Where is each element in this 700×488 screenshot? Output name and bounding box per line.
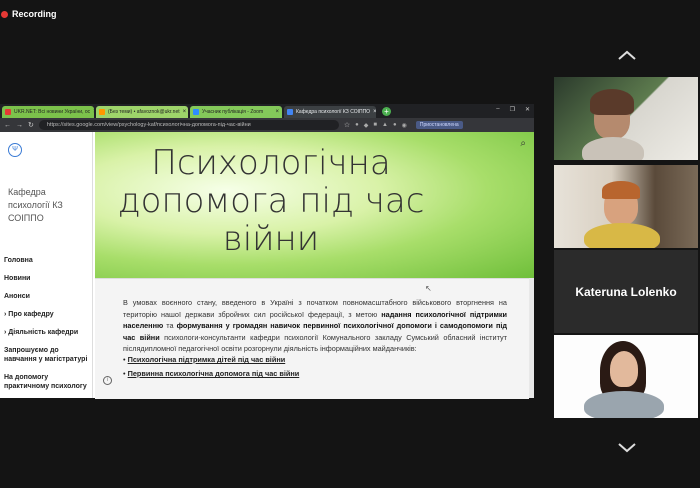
intro-paragraph: В умовах воєнного стану, введеного в Укр… xyxy=(123,297,507,355)
chevron-down-icon[interactable] xyxy=(617,442,637,454)
banner-title: Психологічна допомога під час війни xyxy=(117,143,425,259)
extension-icon[interactable]: ◆ xyxy=(364,122,369,129)
browser-tab[interactable]: Учасник публікація - Zoom × xyxy=(190,106,282,118)
nav-item-home[interactable]: Головна xyxy=(4,256,90,265)
site-sidebar: Ψ Кафедра психології КЗ СОІППО Головна Н… xyxy=(0,132,93,398)
participant-name: Kateruna Lolenko xyxy=(575,284,677,299)
participant-name-tile[interactable]: Kateruna Lolenko xyxy=(554,250,698,333)
favicon-icon xyxy=(99,109,105,115)
participant-face-front xyxy=(610,351,638,387)
minimize-icon[interactable]: – xyxy=(496,106,499,113)
extension-icon[interactable]: ▲ xyxy=(382,122,388,129)
maximize-icon[interactable]: ❐ xyxy=(510,106,515,113)
browser-tab[interactable]: (Без теми) • afavoznok@ukr.net × xyxy=(96,106,188,118)
recording-indicator: Recording xyxy=(0,9,57,19)
participant-body xyxy=(584,223,660,248)
list-item: • Первинна психологічна допомога під час… xyxy=(123,369,300,378)
favicon-icon xyxy=(287,109,293,115)
tab-label: Учасник публікація - Zoom xyxy=(202,109,264,115)
profile-button[interactable]: Приостановлена xyxy=(415,121,463,129)
star-icon[interactable]: ☆ xyxy=(344,121,350,129)
close-tab-icon[interactable]: × xyxy=(183,109,187,115)
link-first-aid[interactable]: Первинна психологічна допомога під час в… xyxy=(128,369,300,378)
resource-links: • Психологічна підтримка дітей під час в… xyxy=(123,355,503,383)
nav-item-news[interactable]: Новини xyxy=(4,274,90,283)
participant-video-tile[interactable] xyxy=(554,77,698,160)
tab-label: UKR.NET: Всі новини України, ос xyxy=(14,109,91,115)
info-icon[interactable]: i xyxy=(103,376,112,385)
browser-tab[interactable]: UKR.NET: Всі новини України, ос× xyxy=(2,106,94,118)
new-tab-button[interactable]: + xyxy=(382,107,391,116)
participant-body xyxy=(584,391,664,418)
participant-video-tile[interactable] xyxy=(554,335,698,418)
back-icon[interactable]: ← xyxy=(4,122,11,129)
tab-label: (Без теми) • afavoznok@ukr.net xyxy=(108,109,180,115)
nav-item-announcements[interactable]: Анонси xyxy=(4,292,90,301)
address-bar-row: ← → ↻ https://sites.google.com/view/psyc… xyxy=(0,118,534,132)
scrollbar[interactable] xyxy=(529,278,534,398)
search-icon[interactable]: ⌕ xyxy=(520,138,526,149)
nav-item-activity[interactable]: › Діяльність кафедри xyxy=(4,328,90,337)
nav-label: Про кафедру xyxy=(8,311,54,318)
favicon-icon xyxy=(193,109,199,115)
link-child-support[interactable]: Психологічна підтримка дітей під час вій… xyxy=(128,355,286,364)
favicon-icon xyxy=(5,109,11,115)
extension-icon[interactable]: ● xyxy=(393,122,397,129)
forward-icon[interactable]: → xyxy=(16,122,23,129)
close-tab-icon[interactable]: × xyxy=(93,109,94,115)
page-banner: Психологічна допомога під час війни ⌕ xyxy=(95,132,534,278)
browser-tab-bar: UKR.NET: Всі новини України, ос× (Без те… xyxy=(0,104,534,118)
page-content: В умовах воєнного стану, введеного в Укр… xyxy=(95,278,529,399)
site-logo-icon[interactable]: Ψ xyxy=(8,143,22,157)
nav-label: Діяльність кафедри xyxy=(8,329,79,336)
paragraph-text: психологи-консультанти кафедри психологі… xyxy=(123,332,507,354)
recording-label: Recording xyxy=(12,9,57,19)
browser-tab-active[interactable]: Кафедра психології КЗ СОІППО × xyxy=(284,106,376,118)
nav-item-about[interactable]: › Про кафедру xyxy=(4,310,90,319)
extension-icon[interactable]: ■ xyxy=(373,122,377,129)
site-nav: Головна Новини Анонси › Про кафедру › Ді… xyxy=(4,256,90,398)
participant-body xyxy=(582,137,644,160)
list-item: • Психологічна підтримка дітей під час в… xyxy=(123,355,286,364)
nav-item-masters[interactable]: Запрошуємо до навчання у магістратурі xyxy=(4,346,90,364)
tab-label: Кафедра психології КЗ СОІППО xyxy=(296,109,371,115)
participant-hair xyxy=(602,181,640,199)
extension-icons: ● ◆ ■ ▲ ● ◉ xyxy=(355,122,407,129)
cursor-icon: ↖ xyxy=(425,284,432,293)
extension-icon[interactable]: ● xyxy=(355,122,359,129)
reload-icon[interactable]: ↻ xyxy=(28,121,34,129)
participant-hair xyxy=(590,89,634,115)
close-window-icon[interactable]: ✕ xyxy=(525,106,530,113)
extension-icon[interactable]: ◉ xyxy=(402,122,407,129)
close-tab-icon[interactable]: × xyxy=(373,109,376,115)
nav-item-practical[interactable]: На допомогу практичному психологу xyxy=(4,373,90,391)
chevron-up-icon[interactable] xyxy=(617,49,637,61)
close-tab-icon[interactable]: × xyxy=(275,109,279,115)
record-dot-icon xyxy=(1,10,8,18)
participant-video-tile[interactable] xyxy=(554,165,698,248)
paragraph-text: та xyxy=(163,321,177,330)
url-field[interactable]: https://sites.google.com/view/psychology… xyxy=(38,120,339,130)
site-title[interactable]: Кафедра психології КЗ СОІППО xyxy=(8,186,88,225)
window-controls: – ❐ ✕ xyxy=(496,106,530,113)
